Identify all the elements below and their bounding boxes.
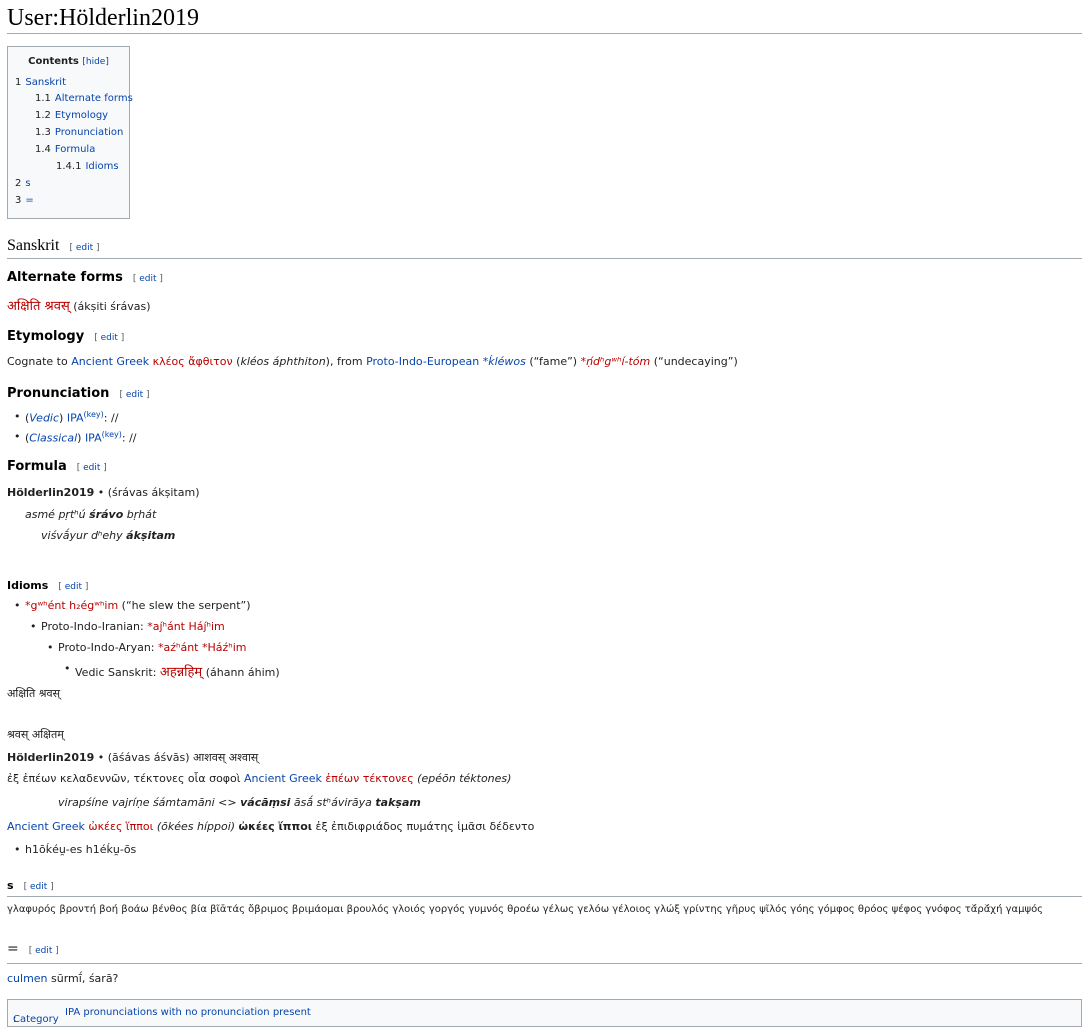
ipa-link[interactable]: IPA <box>67 412 84 425</box>
pie-link[interactable]: Proto-Indo-European <box>366 355 479 368</box>
toc-item-etymology[interactable]: 1.2 Etymology <box>35 110 108 121</box>
devanagari-line-2: श्रवस् अक्षितम् <box>7 728 64 741</box>
formula-line-2: viśvā́yur dʰehy ákṣitam <box>41 529 176 542</box>
page-title: User:Hölderlin2019 <box>7 5 199 31</box>
vedic-term-link[interactable]: अहन्नहिम् <box>160 665 202 680</box>
title-divider <box>7 33 1082 34</box>
ipa-key-link[interactable]: (key) <box>102 430 122 439</box>
ipa-key-link[interactable]: (key) <box>84 410 104 419</box>
toc-item-sanskrit[interactable]: 1 Sanskrit <box>15 77 66 88</box>
edit-link[interactable]: [ edit ] <box>69 243 99 253</box>
idiom-descendant-vedic: Vedic Sanskrit: अहन्नहिम् (áhann áhim) <box>64 662 280 680</box>
devanagari-line-1: अक्षिति श्रवस् <box>7 687 61 700</box>
heading-formula: Formula[ edit ] <box>7 459 107 474</box>
devanagari-link[interactable]: अक्षिति श्रवस् <box>7 299 70 314</box>
edit-link[interactable]: [ edit ] <box>119 390 149 400</box>
ancient-greek-link[interactable]: Ancient Greek <box>244 772 322 785</box>
category-link[interactable]: IPA pronunciations with no pronunciation… <box>65 1007 311 1018</box>
greek-term-link[interactable]: ὠκέες ἵπποι <box>85 820 153 833</box>
culmen-link[interactable]: culmen <box>7 972 48 985</box>
formula-line-1: asmé pṛtʰú śrávo bṛhát <box>25 508 157 521</box>
headword-line-2: Hölderlin2019 • (āśávas áśvās) आशवस् अश्… <box>7 751 259 764</box>
ancient-greek-link[interactable]: Ancient Greek <box>71 355 149 368</box>
heading-idioms: Idioms[ edit ] <box>7 579 89 592</box>
toc-hide-link[interactable]: [hide] <box>82 57 108 67</box>
heading-etymology: Etymology[ edit ] <box>7 329 125 344</box>
vedic-verse-line: virapśíne vajríṇe śámtamāni <> vácāṃsi ā… <box>58 796 421 809</box>
edit-link[interactable]: [ edit ] <box>77 463 107 473</box>
edit-link[interactable]: [ edit ] <box>133 274 163 284</box>
category-box: Category: IPA pronunciations with no pro… <box>7 999 1082 1027</box>
heading-eq: =[ edit ] <box>7 941 59 957</box>
greek-term-link[interactable]: κλέος ἄφθιτον <box>149 355 233 368</box>
heading-s: s[ edit ] <box>7 879 54 892</box>
pie-term-2-link[interactable]: *ṇ́dʰgʷʰí-tóm <box>581 355 651 368</box>
pie-reconstruction-item: h1ōḱéu̯-es h1éḱu̯-ōs <box>14 843 136 856</box>
toc-item-eq[interactable]: 3 = <box>15 195 34 206</box>
pii-term-link[interactable]: *aȷ́ʰánt Háȷ́ʰim <box>147 620 225 633</box>
classical-link[interactable]: Classical <box>29 432 77 445</box>
toc-item-formula[interactable]: 1.4 Formula <box>35 144 95 155</box>
pronunciation-item-vedic: (Vedic) IPA(key): // <box>14 410 118 425</box>
eq-section-text: culmen sūrmī́, śarā? <box>7 972 119 985</box>
heading-sanskrit: Sanskrit[ edit ] <box>7 237 100 254</box>
edit-link[interactable]: [ edit ] <box>94 333 124 343</box>
alternate-form-entry: अक्षिति श्रवस् (ákṣiti śrávas) <box>7 299 151 314</box>
pia-term-link[interactable]: *aźʰánt *Háźʰim <box>158 641 247 654</box>
edit-link[interactable]: [ edit ] <box>24 882 54 892</box>
vedic-link[interactable]: Vedic <box>29 412 59 425</box>
table-of-contents: Contents [hide] 1 Sanskrit 1.1 Alternate f… <box>7 46 133 219</box>
heading-pronunciation: Pronunciation[ edit ] <box>7 386 150 401</box>
heading-alternate-forms: Alternate forms[ edit ] <box>7 270 163 285</box>
formula-headword: Hölderlin2019 • (śrávas ákṣitam) <box>7 486 200 499</box>
section-divider <box>7 896 1082 897</box>
s-section-text: γλαφυρός βροντή βοή βοάω βένθος βία βῖᾱτ… <box>7 904 1044 915</box>
idiom-item: *gʷʰént h₂égʷʰim (“he slew the serpent”) <box>14 599 251 612</box>
idiom-descendant-pia: Proto-Indo-Aryan: *aźʰánt *Háźʰim <box>47 641 247 654</box>
toc-item-s[interactable]: 2s <box>15 178 31 189</box>
toc-title: Contents [hide] <box>28 56 109 67</box>
ipa-link[interactable]: IPA <box>85 432 102 445</box>
etymology-text: Cognate to Ancient Greek κλέος ἄφθιτον (… <box>7 355 738 368</box>
ancient-greek-line: Ancient Greek ὠκέες ἵπποι (ōkées híppoi)… <box>7 820 535 833</box>
greek-term-link[interactable]: ἐπέων τέκτονες <box>322 772 413 785</box>
idiom-link[interactable]: *gʷʰént h₂égʷʰim <box>25 599 118 612</box>
toc-item-idioms[interactable]: 1.4.1 Idioms <box>56 161 119 172</box>
pronunciation-item-classical: (Classical) IPA(key): // <box>14 430 136 445</box>
section-divider <box>7 258 1082 259</box>
toc-item-pronunciation[interactable]: 1.3 Pronunciation <box>35 127 123 138</box>
greek-line: ἐξ ἐπέων κελαδεννῶν, τέκτονες οἷα σοφοὶ … <box>7 772 512 785</box>
section-divider <box>7 963 1082 964</box>
toc-item-alternate-forms[interactable]: 1.1 Alternate forms <box>35 93 133 104</box>
ancient-greek-link[interactable]: Ancient Greek <box>7 820 85 833</box>
edit-link[interactable]: [ edit ] <box>58 582 88 592</box>
edit-link[interactable]: [ edit ] <box>29 946 59 956</box>
idiom-descendant-pii: Proto-Indo-Iranian: *aȷ́ʰánt Háȷ́ʰim <box>30 620 225 633</box>
pie-term-link[interactable]: *ḱléwos <box>479 355 526 368</box>
